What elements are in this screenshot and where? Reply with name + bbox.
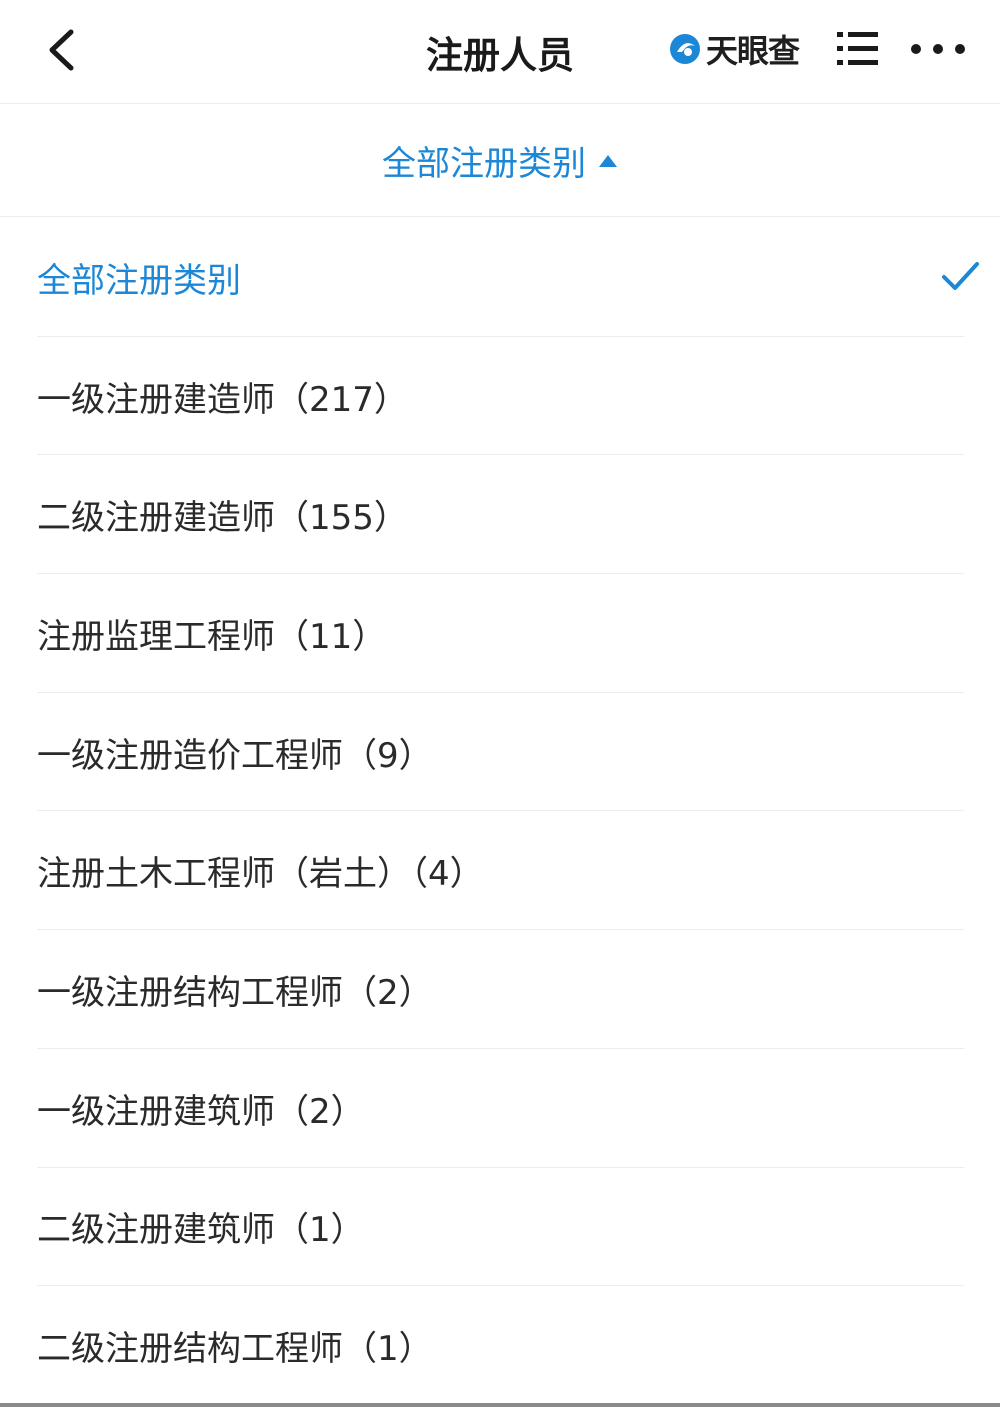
checkmark-icon	[942, 262, 979, 290]
list-item[interactable]: 注册土木工程师（岩土）（4）	[0, 811, 1000, 930]
list-item[interactable]: 一级注册结构工程师（2）	[0, 930, 1000, 1049]
list-item-label: 全部注册类别	[37, 260, 241, 301]
category-filter-toggle[interactable]: 全部注册类别	[0, 105, 1000, 217]
brand-logo: 天眼查	[668, 26, 800, 72]
filter-label: 全部注册类别	[382, 144, 586, 184]
list-item-all[interactable]: 全部注册类别	[0, 218, 1000, 337]
more-dots-icon	[911, 44, 965, 54]
list-item[interactable]: 二级注册结构工程师（1）	[0, 1286, 1000, 1405]
caret-up-icon	[599, 154, 617, 167]
brand-name: 天眼查	[706, 32, 800, 70]
list-item[interactable]: 二级注册建造师（155）	[0, 455, 1000, 574]
list-item[interactable]: 一级注册建筑师（2）	[0, 1049, 1000, 1168]
back-button[interactable]	[36, 22, 86, 78]
list-item-label: 二级注册结构工程师（1）	[37, 1329, 433, 1370]
list-item[interactable]: 一级注册建造师（217）	[0, 337, 1000, 456]
category-list: 全部注册类别 一级注册建造师（217） 二级注册建造师（155） 注册监理工程师…	[0, 218, 1000, 1405]
list-item-label: 一级注册造价工程师（9）	[37, 735, 433, 776]
eye-logo-icon	[670, 34, 700, 64]
top-nav-bar: 注册人员 天眼查	[0, 0, 1000, 104]
list-item[interactable]: 注册监理工程师（11）	[0, 574, 1000, 693]
list-item-label: 一级注册建筑师（2）	[37, 1091, 365, 1132]
bottom-divider	[0, 1403, 1000, 1407]
more-button[interactable]	[906, 26, 970, 72]
list-item-label: 二级注册建造师（155）	[37, 498, 408, 539]
list-item-label: 注册土木工程师（岩土）（4）	[37, 854, 484, 895]
menu-button[interactable]	[832, 26, 882, 72]
list-item-label: 一级注册建造师（217）	[37, 379, 408, 420]
list-item[interactable]: 一级注册造价工程师（9）	[0, 693, 1000, 812]
list-item[interactable]: 二级注册建筑师（1）	[0, 1168, 1000, 1287]
list-item-label: 二级注册建筑师（1）	[37, 1210, 365, 1251]
list-item-label: 注册监理工程师（11）	[37, 616, 387, 657]
list-icon	[837, 32, 878, 65]
list-item-label: 一级注册结构工程师（2）	[37, 972, 433, 1013]
chevron-left-icon	[49, 29, 74, 71]
